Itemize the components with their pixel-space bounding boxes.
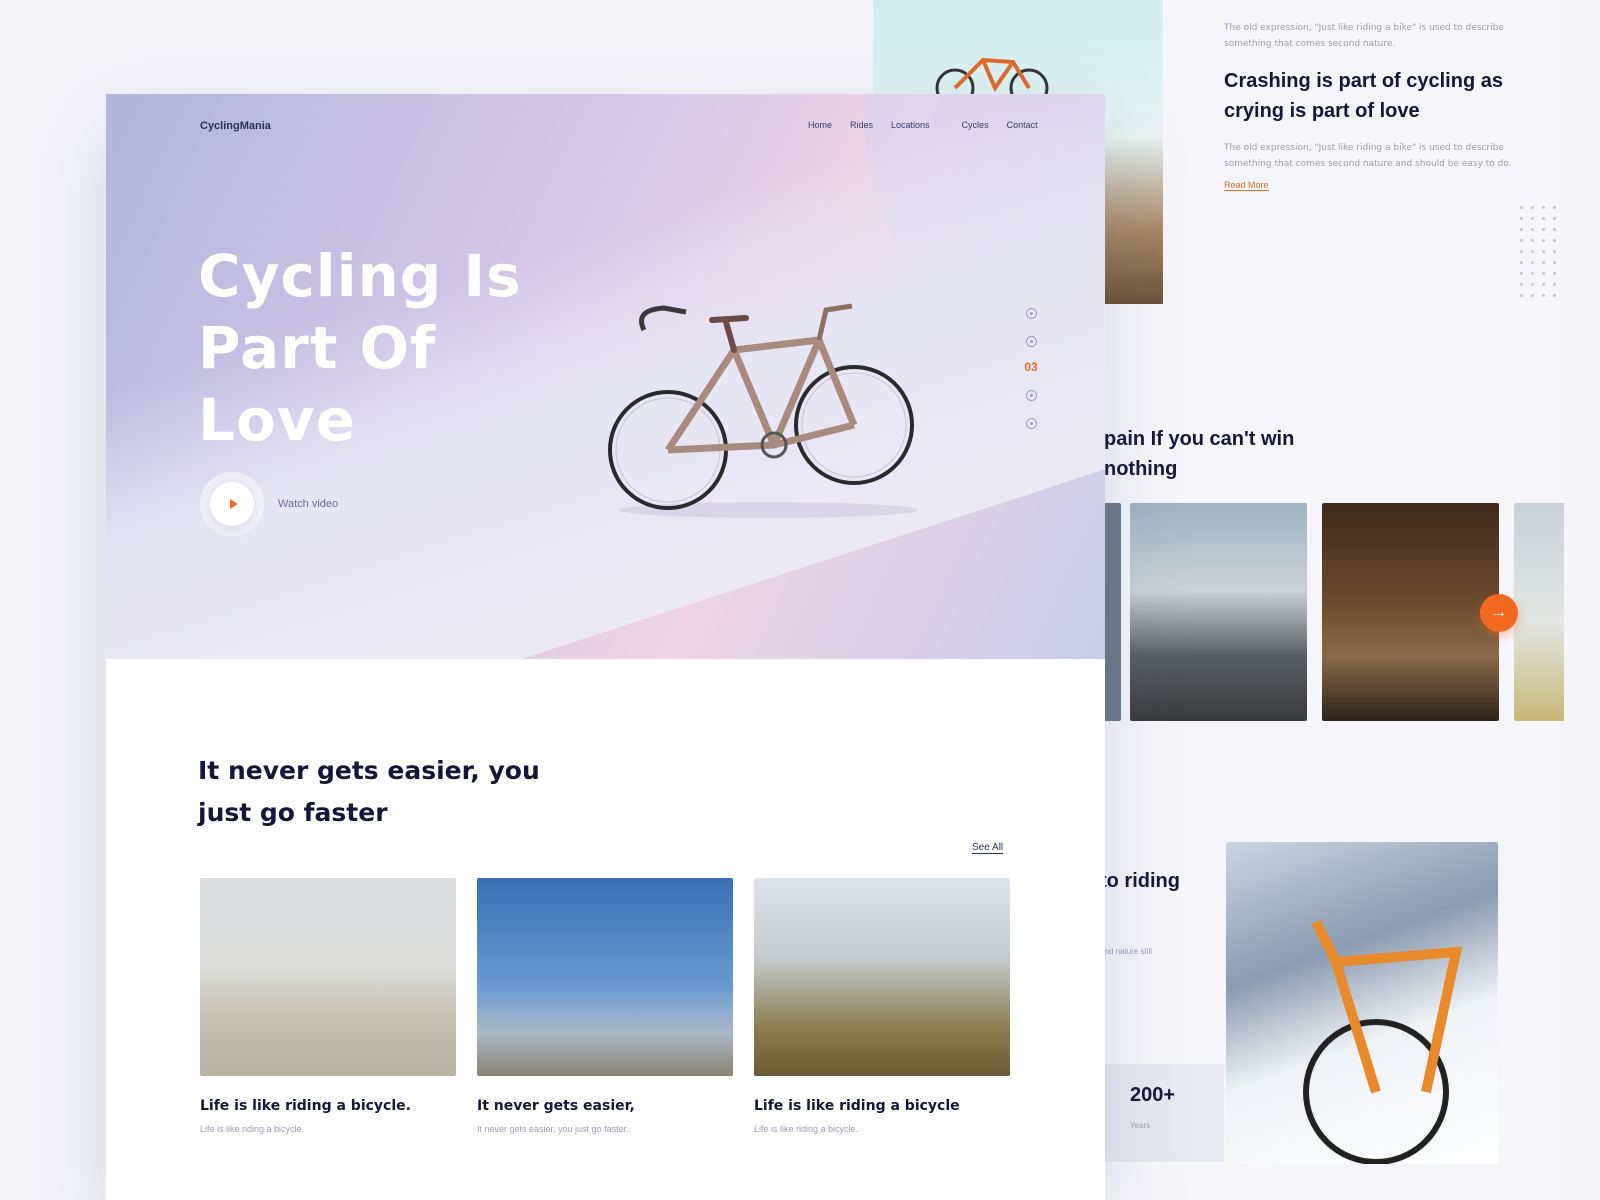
side-feature-text: and nature still	[1100, 947, 1153, 956]
play-button-inner	[210, 482, 254, 526]
hero-title-word: Is	[463, 242, 522, 310]
pager-dot[interactable]	[1025, 308, 1037, 319]
blog-card[interactable]: It never gets easier, It never gets easi…	[477, 878, 733, 1134]
blog-card-title[interactable]: Life is like riding a bicycle	[754, 1098, 1010, 1114]
side-article-meta: The old expression, "Just like riding a …	[1224, 23, 1504, 49]
blog-card-excerpt: Life is like riding a bicycle.	[754, 1124, 859, 1134]
blog-card[interactable]: Life is like riding a bicycle Life is li…	[754, 878, 1010, 1134]
watch-video: Watch video	[200, 472, 338, 536]
play-icon	[229, 499, 238, 509]
snow-bike-photo	[1226, 842, 1498, 1164]
blog-heading: It never gets easier, you just go faster	[198, 750, 540, 834]
nav-link-rides[interactable]: Rides	[850, 120, 873, 130]
side-feature: to riding and nature still	[1100, 868, 1210, 958]
side-article-title[interactable]: Crashing is part of cycling as crying is…	[1224, 66, 1524, 126]
blog-card-excerpt: Life is like riding a bicycle.	[200, 1124, 305, 1134]
watch-video-label[interactable]: Watch video	[278, 498, 338, 510]
blog-card-title[interactable]: Life is like riding a bicycle.	[200, 1098, 456, 1114]
nav-link-locations[interactable]: Locations	[891, 120, 930, 130]
pager-current[interactable]: 03	[1016, 360, 1046, 374]
see-all-link[interactable]: See All	[972, 842, 1004, 854]
blog-heading-line: just go faster	[198, 798, 388, 827]
hero-title-word: Love	[198, 386, 356, 454]
pager-dot[interactable]	[1025, 418, 1037, 429]
pager-dot[interactable]	[1025, 336, 1037, 347]
nav-link-contact[interactable]: Contact	[1007, 120, 1038, 130]
blog-cards: Life is like riding a bicycle. Life is l…	[200, 878, 1010, 1134]
stat-number: 200+	[1130, 1084, 1176, 1106]
stat-box: 200+ Years	[1104, 1064, 1224, 1162]
side-feature-title: to riding	[1100, 870, 1180, 892]
side-article-excerpt: The old expression, "Just like riding a …	[1224, 143, 1512, 169]
nav-links: Home Rides Locations Cycles Contact	[808, 120, 1056, 130]
nav-link-cycles[interactable]: Cycles	[962, 120, 989, 130]
slide-pager: 03	[1016, 308, 1046, 446]
stat-label: Years	[1130, 1121, 1151, 1130]
main-page: CyclingMania Home Rides Locations Cycles…	[106, 94, 1105, 1200]
pager-dot[interactable]	[1025, 390, 1037, 401]
site-logo[interactable]: CyclingMania	[200, 120, 271, 132]
play-button[interactable]	[200, 472, 264, 536]
side-article: The old expression, "Just like riding a …	[1224, 20, 1524, 193]
blog-card-image[interactable]	[477, 878, 733, 1076]
arrow-right-icon: →	[1491, 604, 1507, 621]
side-quote-title: pain If you can't win nothing	[1104, 428, 1295, 480]
blog-card-image[interactable]	[754, 878, 1010, 1076]
blog-card[interactable]: Life is like riding a bicycle. Life is l…	[200, 878, 456, 1134]
blog-card-title[interactable]: It never gets easier,	[477, 1098, 733, 1114]
hero-title: Cycling Is Part Of Love	[198, 240, 522, 456]
dot-grid-decoration	[1516, 202, 1560, 302]
top-nav: CyclingMania Home Rides Locations Cycles…	[200, 120, 1038, 138]
side-quote: pain If you can't win nothing	[1104, 424, 1304, 484]
nav-link-home[interactable]: Home	[808, 120, 832, 130]
blog-card-image[interactable]	[200, 878, 456, 1076]
hero-title-word: Cycling	[198, 242, 443, 310]
ride-photo-field[interactable]	[1514, 503, 1564, 721]
hero-section: CyclingMania Home Rides Locations Cycles…	[106, 94, 1105, 659]
carousel-next-button[interactable]: →	[1480, 594, 1518, 632]
ride-photo-road-rider[interactable]	[1130, 503, 1307, 721]
ride-photo[interactable]	[1104, 503, 1121, 721]
read-more-link[interactable]: Read More	[1224, 180, 1269, 191]
ride-photo-mtb-rider[interactable]	[1322, 503, 1499, 721]
road-bike-image	[608, 303, 919, 518]
hero-title-word: Of	[359, 314, 437, 382]
blog-card-excerpt: It never gets easier, you just go faster…	[477, 1124, 629, 1134]
bike-icon	[1303, 919, 1463, 1164]
blog-heading-line: It never gets easier, you	[198, 756, 540, 785]
hero-title-word: Part	[198, 314, 339, 382]
